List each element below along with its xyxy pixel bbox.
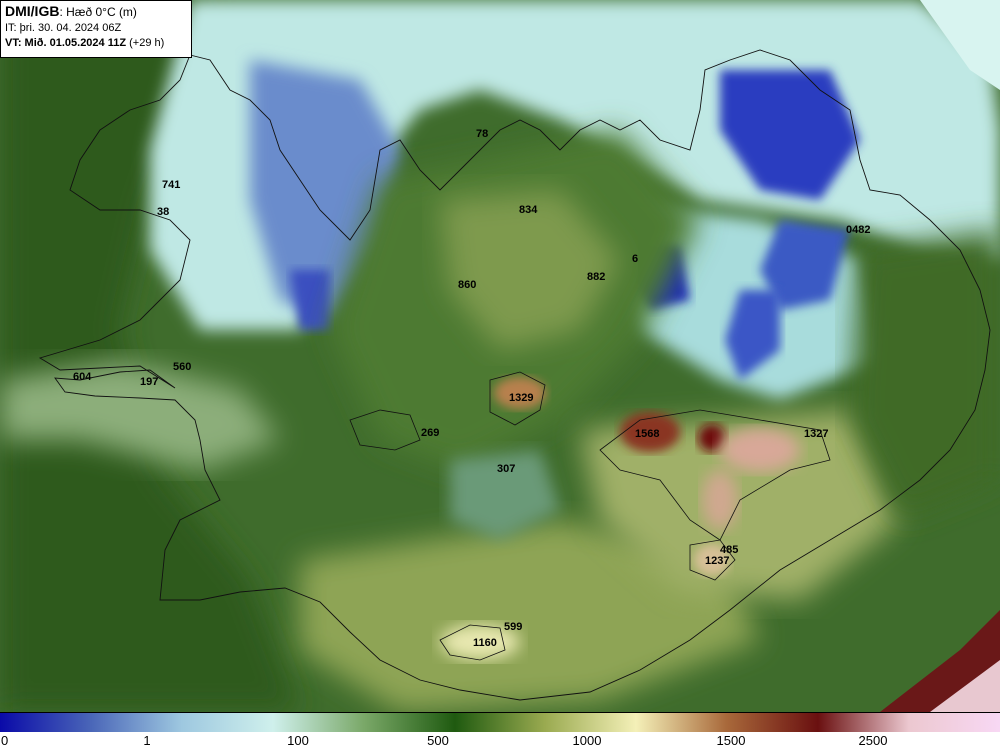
- colorbar-tick: 0: [1, 733, 9, 748]
- map-label: 6: [632, 253, 638, 265]
- initial-time: IT: þri. 30. 04. 2024 06Z: [5, 22, 122, 34]
- map-label: 1568: [635, 428, 659, 440]
- map-label: 560: [173, 361, 191, 373]
- field-warm-valley: [702, 470, 738, 530]
- title-line: DMI/IGB: Hæð 0°C (m): [5, 4, 187, 21]
- map-label: 269: [421, 427, 439, 439]
- colorbar: [0, 712, 1000, 732]
- map-label: 599: [504, 621, 522, 633]
- map-label: 604: [73, 371, 92, 383]
- map-label: 1327: [804, 428, 828, 440]
- map-label: 741: [162, 179, 180, 191]
- map-label: 834: [519, 204, 538, 216]
- map-label: 1160: [473, 637, 497, 649]
- map-label: 0482: [846, 224, 870, 236]
- field-warm-ne: [720, 428, 800, 472]
- map-label: 1237: [705, 555, 729, 567]
- colorbar-tick: 1500: [716, 733, 746, 748]
- map-label: 882: [587, 271, 605, 283]
- map-label: 197: [140, 376, 158, 388]
- map-label: 1329: [509, 392, 533, 404]
- map-label: 307: [497, 463, 515, 475]
- map-label: 860: [458, 279, 476, 291]
- valid-time: VT: Mið. 01.05.2024 11Z: [5, 37, 127, 49]
- map-label: 38: [157, 206, 169, 218]
- colorbar-tick: 500: [427, 733, 449, 748]
- map-label: 78: [476, 128, 488, 140]
- freezing-level-map: 78 741 38 834 882 860 0482 604 197 560 1…: [0, 0, 1000, 712]
- variable-label: : Hæð 0°C (m): [59, 5, 137, 19]
- valid-time-line: VT: Mið. 01.05.2024 11Z (+29 h): [5, 36, 187, 51]
- source-label: DMI/IGB: [5, 3, 60, 19]
- colorbar-tick: 100: [287, 733, 309, 748]
- colorbar-tick: 1: [143, 733, 151, 748]
- lead-time: (+29 h): [126, 37, 165, 49]
- colorbar-tick: 2500: [858, 733, 888, 748]
- forecast-info-box: DMI/IGB: Hæð 0°C (m) IT: þri. 30. 04. 20…: [0, 0, 192, 58]
- colorbar-ticks: 0 1 100 500 1000 1500 2500: [0, 732, 1000, 750]
- colorbar-tick: 1000: [572, 733, 602, 748]
